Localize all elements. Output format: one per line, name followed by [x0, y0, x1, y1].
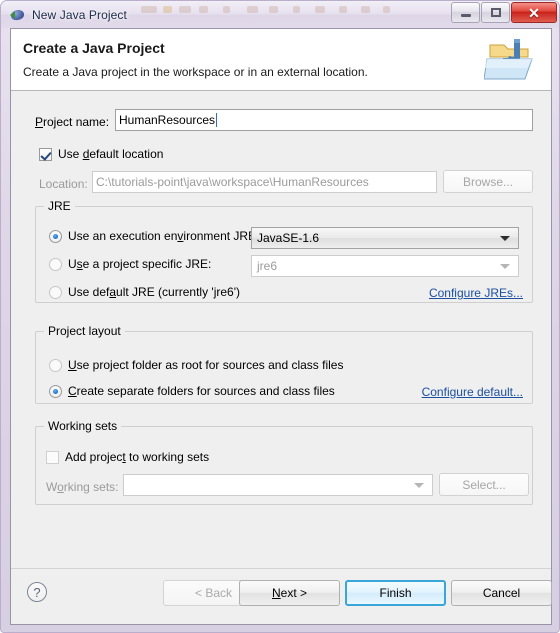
- working-sets-group: Working sets Add project to working sets…: [35, 419, 533, 505]
- finish-button[interactable]: Finish: [345, 580, 446, 606]
- project-name-label: Project name:: [35, 115, 110, 129]
- use-default-location-label: Use default location: [58, 147, 164, 161]
- radio-icon: [49, 229, 62, 243]
- radio-use-project-specific-jre[interactable]: Use a project specific JRE:: [49, 257, 211, 271]
- page-title: Create a Java Project: [23, 40, 165, 56]
- configure-jres-link[interactable]: Configure JREs...: [429, 286, 523, 300]
- close-icon: ✕: [528, 4, 540, 21]
- project-name-value: HumanResources: [119, 113, 216, 127]
- next-label: Next >: [271, 586, 308, 600]
- dialog-client-area: Create a Java Project Create a Java proj…: [10, 28, 552, 625]
- next-button[interactable]: Next >: [239, 580, 340, 606]
- radio-use-project-folder-as-root[interactable]: Use project folder as root for sources a…: [49, 358, 343, 372]
- location-value: C:\tutorials-point\java\workspace\HumanR…: [96, 175, 369, 189]
- select-working-sets-button[interactable]: Select...: [439, 473, 529, 496]
- maximize-button[interactable]: [481, 2, 510, 23]
- chevron-down-icon: [500, 264, 510, 269]
- radio-icon: [49, 358, 62, 372]
- window-title: New Java Project: [32, 7, 127, 22]
- chevron-down-icon: [500, 236, 510, 241]
- radio-icon: [49, 384, 62, 398]
- radio-use-default-jre[interactable]: Use default JRE (currently 'jre6'): [49, 285, 240, 299]
- radio-label: Create separate folders for sources and …: [68, 384, 335, 398]
- window-controls: ✕: [450, 2, 557, 23]
- specific-jre-combo[interactable]: jre6: [251, 255, 519, 277]
- working-sets-combo[interactable]: [123, 474, 433, 496]
- location-label: Location:: [39, 177, 88, 191]
- execution-environment-combo[interactable]: JavaSE-1.6: [251, 227, 519, 249]
- java-project-icon: [10, 7, 26, 23]
- radio-label: Use default JRE (currently 'jre6'): [68, 285, 240, 299]
- project-layout-group-title: Project layout: [44, 324, 125, 338]
- add-project-to-working-sets-checkbox[interactable]: Add project to working sets: [46, 450, 209, 464]
- close-button[interactable]: ✕: [511, 2, 557, 23]
- project-name-input[interactable]: HumanResources: [115, 109, 533, 131]
- minimize-button[interactable]: [451, 2, 480, 23]
- configure-default-link[interactable]: Configure default...: [422, 385, 523, 399]
- dialog-window: New Java Project ✕ Create a Java Project…: [0, 0, 560, 633]
- new-java-project-wizard-icon: [484, 39, 533, 80]
- wizard-body: Project name: HumanResources Use default…: [11, 91, 551, 578]
- title-bar[interactable]: New Java Project ✕: [1, 1, 559, 28]
- help-icon[interactable]: ?: [27, 582, 47, 602]
- browse-button[interactable]: Browse...: [443, 170, 533, 193]
- checkbox-icon: [39, 147, 52, 161]
- location-input[interactable]: C:\tutorials-point\java\workspace\HumanR…: [92, 171, 437, 193]
- execution-environment-value: JavaSE-1.6: [257, 231, 320, 245]
- chevron-down-icon: [414, 483, 424, 488]
- project-layout-group: Project layout Use project folder as roo…: [35, 324, 533, 404]
- use-default-location-checkbox[interactable]: Use default location: [39, 147, 163, 161]
- dialog-footer: ? < Back Next > Finish Cancel: [10, 568, 552, 625]
- radio-use-execution-environment-jre[interactable]: Use an execution environment JRE:: [49, 229, 259, 243]
- checkbox-icon: [46, 450, 59, 464]
- radio-icon: [49, 285, 62, 299]
- add-project-label: Add project to working sets: [65, 450, 210, 464]
- working-sets-group-title: Working sets: [44, 419, 122, 433]
- cancel-button[interactable]: Cancel: [451, 580, 552, 606]
- page-subtitle: Create a Java project in the workspace o…: [23, 65, 368, 79]
- radio-label: Use a project specific JRE:: [68, 257, 212, 271]
- wizard-header: Create a Java Project Create a Java proj…: [11, 29, 551, 91]
- radio-create-separate-folders[interactable]: Create separate folders for sources and …: [49, 384, 335, 398]
- radio-label: Use project folder as root for sources a…: [68, 358, 344, 372]
- working-sets-label: Working sets:: [46, 480, 119, 494]
- jre-group: JRE Use an execution environment JRE: Ja…: [35, 199, 533, 303]
- radio-label: Use an execution environment JRE:: [68, 229, 260, 243]
- specific-jre-value: jre6: [257, 259, 278, 273]
- jre-group-title: JRE: [44, 199, 75, 213]
- radio-icon: [49, 257, 62, 271]
